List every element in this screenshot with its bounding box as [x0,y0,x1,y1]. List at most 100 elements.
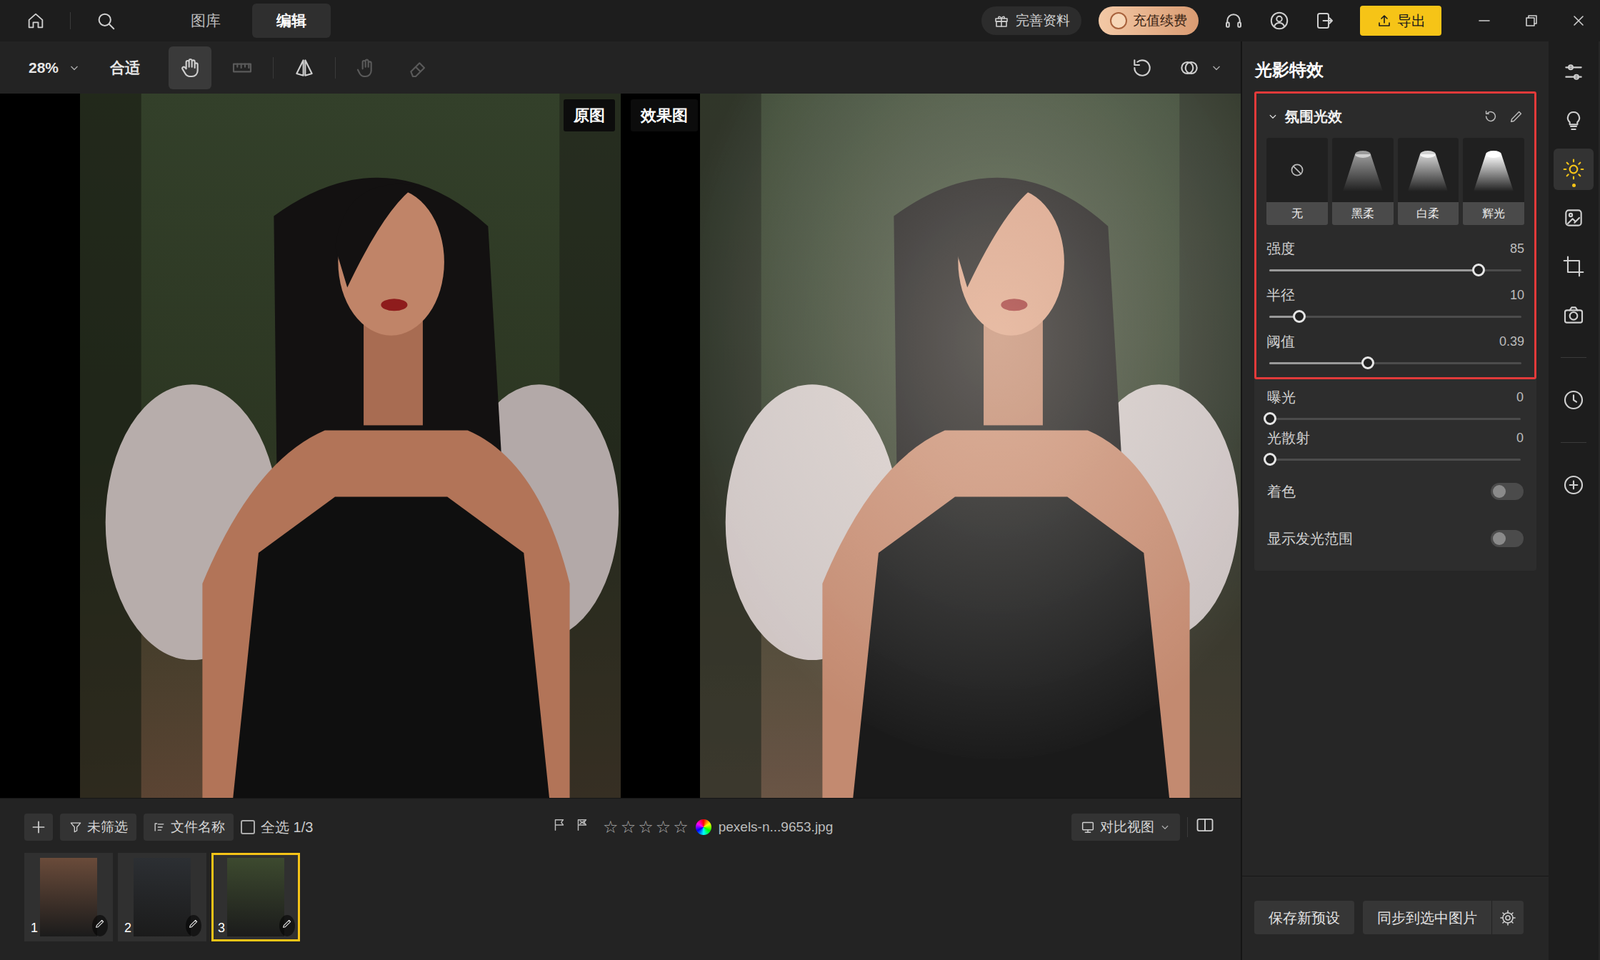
light-module[interactable] [1553,148,1594,190]
save-preset-button[interactable]: 保存新预设 [1254,900,1355,935]
toggle-label: 显示发光范围 [1267,527,1353,550]
filmstrip-bar: 未筛选 文件名称全选 1/3 ☆☆☆☆☆pexels-n...9653.jpg 对比视… [24,811,1215,843]
recharge-button[interactable]: 充值续费 [1098,6,1199,36]
toggle-row: 显示发光范围 [1267,515,1524,563]
toggle-switch[interactable] [1490,530,1524,548]
light-icon [1562,157,1585,181]
top-tab[interactable]: 图库 [166,3,245,38]
edited-badge [279,915,295,937]
slider-track[interactable] [1269,315,1522,318]
flip-tool[interactable] [282,46,326,90]
preset-list: 无黑柔白柔辉光 [1266,137,1525,225]
sort-button[interactable]: 文件名称 [143,813,234,842]
chev-icon [1209,60,1224,75]
filter-button[interactable]: 未筛选 [60,813,137,842]
section-header[interactable]: 氛围光效 [1266,102,1525,131]
top-tab[interactable]: 编辑 [252,3,331,38]
canvas: 原图效果图 [0,93,1241,798]
history-module[interactable] [1553,379,1594,421]
sync-button[interactable]: 同步到选中图片 [1362,900,1492,935]
edited-badge [185,915,202,937]
slider-handle[interactable] [1472,263,1485,277]
export-button[interactable]: 导出 [1360,5,1442,36]
retouch-module[interactable] [1553,197,1594,239]
add-button[interactable] [24,813,53,841]
pencil-icon [281,917,293,930]
main-area: 28% 合适原图效果图未筛选 文件名称全选 1/3 ☆☆☆☆☆pexels-n...9… [0,41,1600,960]
hand-tool[interactable] [168,46,212,90]
pencil-icon [1508,108,1525,125]
star-icon[interactable]: ☆ [672,818,689,836]
tab-label: 编辑 [276,9,307,33]
thumbnail[interactable]: 1 [24,852,113,942]
flip-icon [292,56,316,80]
compare-select[interactable] [1177,56,1224,80]
toggle-label: 着色 [1267,480,1296,503]
toggle-switch[interactable] [1490,482,1524,500]
sep [1187,817,1188,838]
preset-tile[interactable]: 无 [1266,137,1328,225]
thumbnail[interactable]: 3 [211,852,300,942]
color-label-icon[interactable] [695,819,712,835]
sync-settings-button[interactable] [1491,900,1524,935]
fit-button[interactable]: 合适 [110,56,140,80]
preset-tile[interactable]: 黑柔 [1332,137,1394,225]
add-module[interactable] [1553,464,1594,506]
plus-icon [29,817,48,837]
flag-button[interactable] [574,817,590,838]
slider-track[interactable] [1269,362,1522,365]
view-select[interactable]: 对比视图 [1071,813,1180,842]
zoom-select[interactable]: 28% [28,56,82,80]
crop-module[interactable] [1553,245,1594,288]
star-icon[interactable]: ☆ [655,818,672,836]
preset-tile[interactable]: 白柔 [1397,137,1460,225]
chev-icon [1266,110,1280,123]
slider-handle[interactable] [1361,356,1375,370]
pencil-icon [187,917,200,930]
camera-icon [1562,303,1585,327]
slider-row: 光散射0 [1267,427,1524,461]
slider-row: 阈值0.39 [1266,330,1525,365]
lamp-icon [1405,144,1451,196]
star-icon[interactable]: ☆ [602,818,619,836]
flag-button[interactable] [551,817,568,838]
toggle-knob [1492,485,1506,498]
select-all[interactable]: 全选 1/3 [240,816,313,838]
compare-icon [1177,56,1201,80]
slider-handle[interactable] [1292,310,1306,323]
min-icon [1475,12,1493,30]
star-icon[interactable]: ☆ [620,818,637,836]
split-button[interactable] [1195,815,1215,840]
star-icon[interactable]: ☆ [637,818,654,836]
flag-icon [551,817,568,833]
section-title: 氛围光效 [1285,105,1343,128]
thumbnail-image [227,857,285,937]
slider-handle[interactable] [1263,412,1277,425]
thumbnail[interactable]: 2 [117,852,207,942]
tool-bar: 28% 合适 [0,41,1241,94]
rating-controls: ☆☆☆☆☆pexels-n...9653.jpg [551,817,833,838]
slider-fill [1269,269,1479,272]
slider-track[interactable] [1270,417,1521,420]
preset-tile[interactable]: 辉光 [1462,137,1525,225]
profile-button[interactable]: 完善资料 [981,6,1082,36]
bulb-module[interactable] [1553,100,1594,142]
slider-track[interactable] [1269,269,1522,272]
account-icons [1222,10,1336,32]
slider-track[interactable] [1270,458,1521,461]
recharge-label: 充值续费 [1132,10,1188,32]
thumbnail-number: 1 [30,918,38,938]
zoom-value: 28% [28,56,59,80]
separator [1560,357,1587,358]
sort-label: 文件名称 [170,817,225,838]
slider-row: 曝光0 [1267,386,1524,420]
preset-preview [1332,137,1394,203]
editor-column: 28% 合适原图效果图未筛选 文件名称全选 1/3 ☆☆☆☆☆pexels-n...9… [0,41,1241,960]
adjust-module[interactable] [1553,51,1594,93]
eraser-tool [397,46,440,90]
toggle-row: 着色 [1267,467,1524,515]
slider-handle[interactable] [1263,452,1277,466]
flag2-icon [574,817,590,833]
camera-module[interactable] [1553,294,1594,336]
add-icon [1562,473,1585,497]
